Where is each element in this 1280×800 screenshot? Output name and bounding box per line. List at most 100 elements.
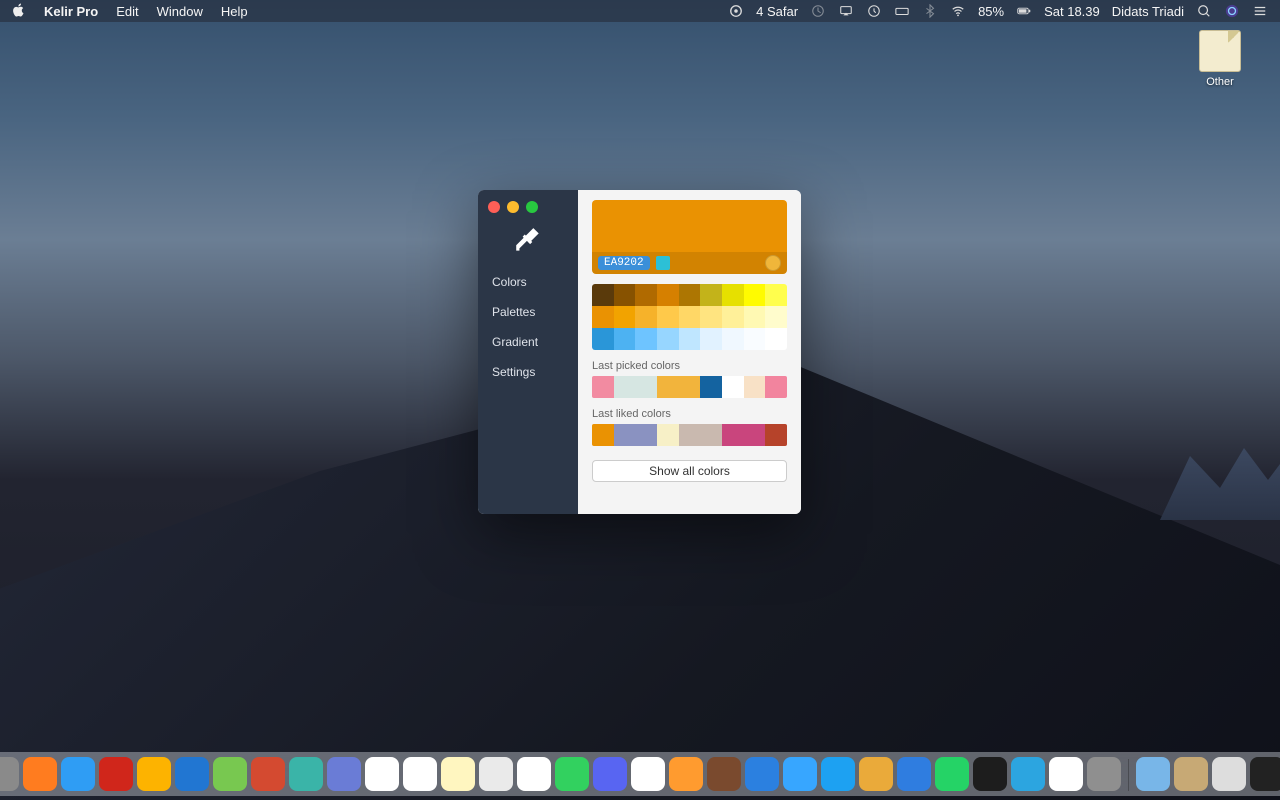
menu-window[interactable]: Window bbox=[157, 4, 203, 19]
color-swatch[interactable] bbox=[765, 376, 787, 398]
wifi-icon[interactable] bbox=[950, 3, 966, 19]
color-swatch[interactable] bbox=[722, 328, 744, 350]
show-all-colors-button[interactable]: Show all colors bbox=[592, 460, 787, 482]
dock-app-firefox[interactable] bbox=[23, 757, 57, 791]
color-swatch[interactable] bbox=[614, 306, 636, 328]
color-swatch[interactable] bbox=[700, 424, 722, 446]
bluetooth-icon[interactable] bbox=[922, 3, 938, 19]
dock-app-kelir[interactable] bbox=[1250, 757, 1280, 791]
color-swatch[interactable] bbox=[679, 306, 701, 328]
close-button[interactable] bbox=[488, 201, 500, 213]
battery-percent[interactable]: 85% bbox=[978, 4, 1004, 19]
color-swatch[interactable] bbox=[722, 424, 744, 446]
app-menu[interactable]: Kelir Pro bbox=[44, 4, 98, 19]
color-swatch[interactable] bbox=[700, 284, 722, 306]
color-swatch[interactable] bbox=[592, 306, 614, 328]
dock-app-xcode[interactable] bbox=[175, 757, 209, 791]
timemachine-icon[interactable] bbox=[866, 3, 882, 19]
dock-app-maps-blue[interactable] bbox=[745, 757, 779, 791]
dock-app-notes[interactable] bbox=[441, 757, 475, 791]
color-swatch[interactable] bbox=[592, 424, 614, 446]
color-swatch[interactable] bbox=[722, 376, 744, 398]
menu-edit[interactable]: Edit bbox=[116, 4, 138, 19]
dock-app-reminders[interactable] bbox=[403, 757, 437, 791]
color-swatch[interactable] bbox=[614, 424, 636, 446]
color-swatch[interactable] bbox=[722, 284, 744, 306]
dock-app-sketch[interactable] bbox=[137, 757, 171, 791]
dock-app-safari[interactable] bbox=[61, 757, 95, 791]
calendar-widget[interactable]: 4 Safar bbox=[756, 4, 798, 19]
color-swatch[interactable] bbox=[765, 328, 787, 350]
dock-app-videocast[interactable] bbox=[707, 757, 741, 791]
dock-app-app-store-red[interactable] bbox=[251, 757, 285, 791]
dock-app-app2[interactable] bbox=[327, 757, 361, 791]
color-swatch[interactable] bbox=[700, 306, 722, 328]
siri-icon[interactable] bbox=[1224, 3, 1240, 19]
dock-app-settings[interactable] bbox=[1087, 757, 1121, 791]
dock-app-appstore[interactable] bbox=[783, 757, 817, 791]
hex-value-badge[interactable]: EA9202 bbox=[598, 256, 650, 270]
dock-app-telegram[interactable] bbox=[1011, 757, 1045, 791]
dock-app-calendar[interactable] bbox=[365, 757, 399, 791]
sidebar-item-gradient[interactable]: Gradient bbox=[478, 327, 578, 357]
dock-app-notes-green[interactable] bbox=[213, 757, 247, 791]
color-swatch[interactable] bbox=[614, 284, 636, 306]
user-menu[interactable]: Didats Triadi bbox=[1112, 4, 1184, 19]
dock-app-terminal[interactable] bbox=[973, 757, 1007, 791]
dock-app-shield[interactable] bbox=[897, 757, 931, 791]
color-swatch[interactable] bbox=[635, 424, 657, 446]
airplay-icon[interactable] bbox=[838, 3, 854, 19]
color-swatch[interactable] bbox=[592, 376, 614, 398]
color-swatch[interactable] bbox=[657, 284, 679, 306]
color-swatch[interactable] bbox=[635, 376, 657, 398]
color-swatch[interactable] bbox=[614, 328, 636, 350]
color-swatch[interactable] bbox=[657, 306, 679, 328]
color-swatch[interactable] bbox=[657, 424, 679, 446]
color-swatch[interactable] bbox=[635, 306, 657, 328]
record-icon[interactable] bbox=[728, 3, 744, 19]
color-swatch[interactable] bbox=[635, 328, 657, 350]
clock-icon[interactable] bbox=[810, 3, 826, 19]
color-swatch[interactable] bbox=[679, 328, 701, 350]
color-swatch[interactable] bbox=[700, 328, 722, 350]
color-swatch[interactable] bbox=[635, 284, 657, 306]
color-swatch[interactable] bbox=[592, 284, 614, 306]
dock-app-mail-teal[interactable] bbox=[289, 757, 323, 791]
dock-app-music[interactable] bbox=[631, 757, 665, 791]
color-swatch[interactable] bbox=[744, 376, 766, 398]
color-swatch[interactable] bbox=[765, 424, 787, 446]
dock-app-photos[interactable] bbox=[517, 757, 551, 791]
color-swatch[interactable] bbox=[679, 376, 701, 398]
sidebar-item-settings[interactable]: Settings bbox=[478, 357, 578, 387]
spotlight-icon[interactable] bbox=[1196, 3, 1212, 19]
minimize-button[interactable] bbox=[507, 201, 519, 213]
color-swatch[interactable] bbox=[657, 328, 679, 350]
zoom-button[interactable] bbox=[526, 201, 538, 213]
color-swatch[interactable] bbox=[744, 328, 766, 350]
color-swatch[interactable] bbox=[700, 376, 722, 398]
dock-app-messages[interactable] bbox=[555, 757, 589, 791]
dock-app-downloads-folder[interactable] bbox=[1136, 757, 1170, 791]
color-preview[interactable]: EA9202 bbox=[592, 200, 787, 274]
dock-app-maps[interactable] bbox=[479, 757, 513, 791]
dock-app-slack[interactable] bbox=[1049, 757, 1083, 791]
color-swatch[interactable] bbox=[679, 284, 701, 306]
dock-app-documents-folder[interactable] bbox=[1174, 757, 1208, 791]
dock-app-books[interactable] bbox=[669, 757, 703, 791]
dock-app-launchpad[interactable] bbox=[0, 757, 19, 791]
color-swatch[interactable] bbox=[744, 284, 766, 306]
color-swatch[interactable] bbox=[722, 306, 744, 328]
apple-menu[interactable] bbox=[12, 3, 26, 20]
color-swatch[interactable] bbox=[592, 328, 614, 350]
sidebar-item-palettes[interactable]: Palettes bbox=[478, 297, 578, 327]
keyboard-icon[interactable] bbox=[894, 3, 910, 19]
clock[interactable]: Sat 18.39 bbox=[1044, 4, 1100, 19]
dock-app-stack[interactable] bbox=[859, 757, 893, 791]
color-swatch[interactable] bbox=[744, 424, 766, 446]
battery-icon[interactable] bbox=[1016, 3, 1032, 19]
dock-app-discord[interactable] bbox=[593, 757, 627, 791]
menu-help[interactable]: Help bbox=[221, 4, 248, 19]
color-swatch[interactable] bbox=[679, 424, 701, 446]
color-swatch[interactable] bbox=[765, 284, 787, 306]
desktop-folder-other[interactable]: Other bbox=[1190, 30, 1250, 88]
